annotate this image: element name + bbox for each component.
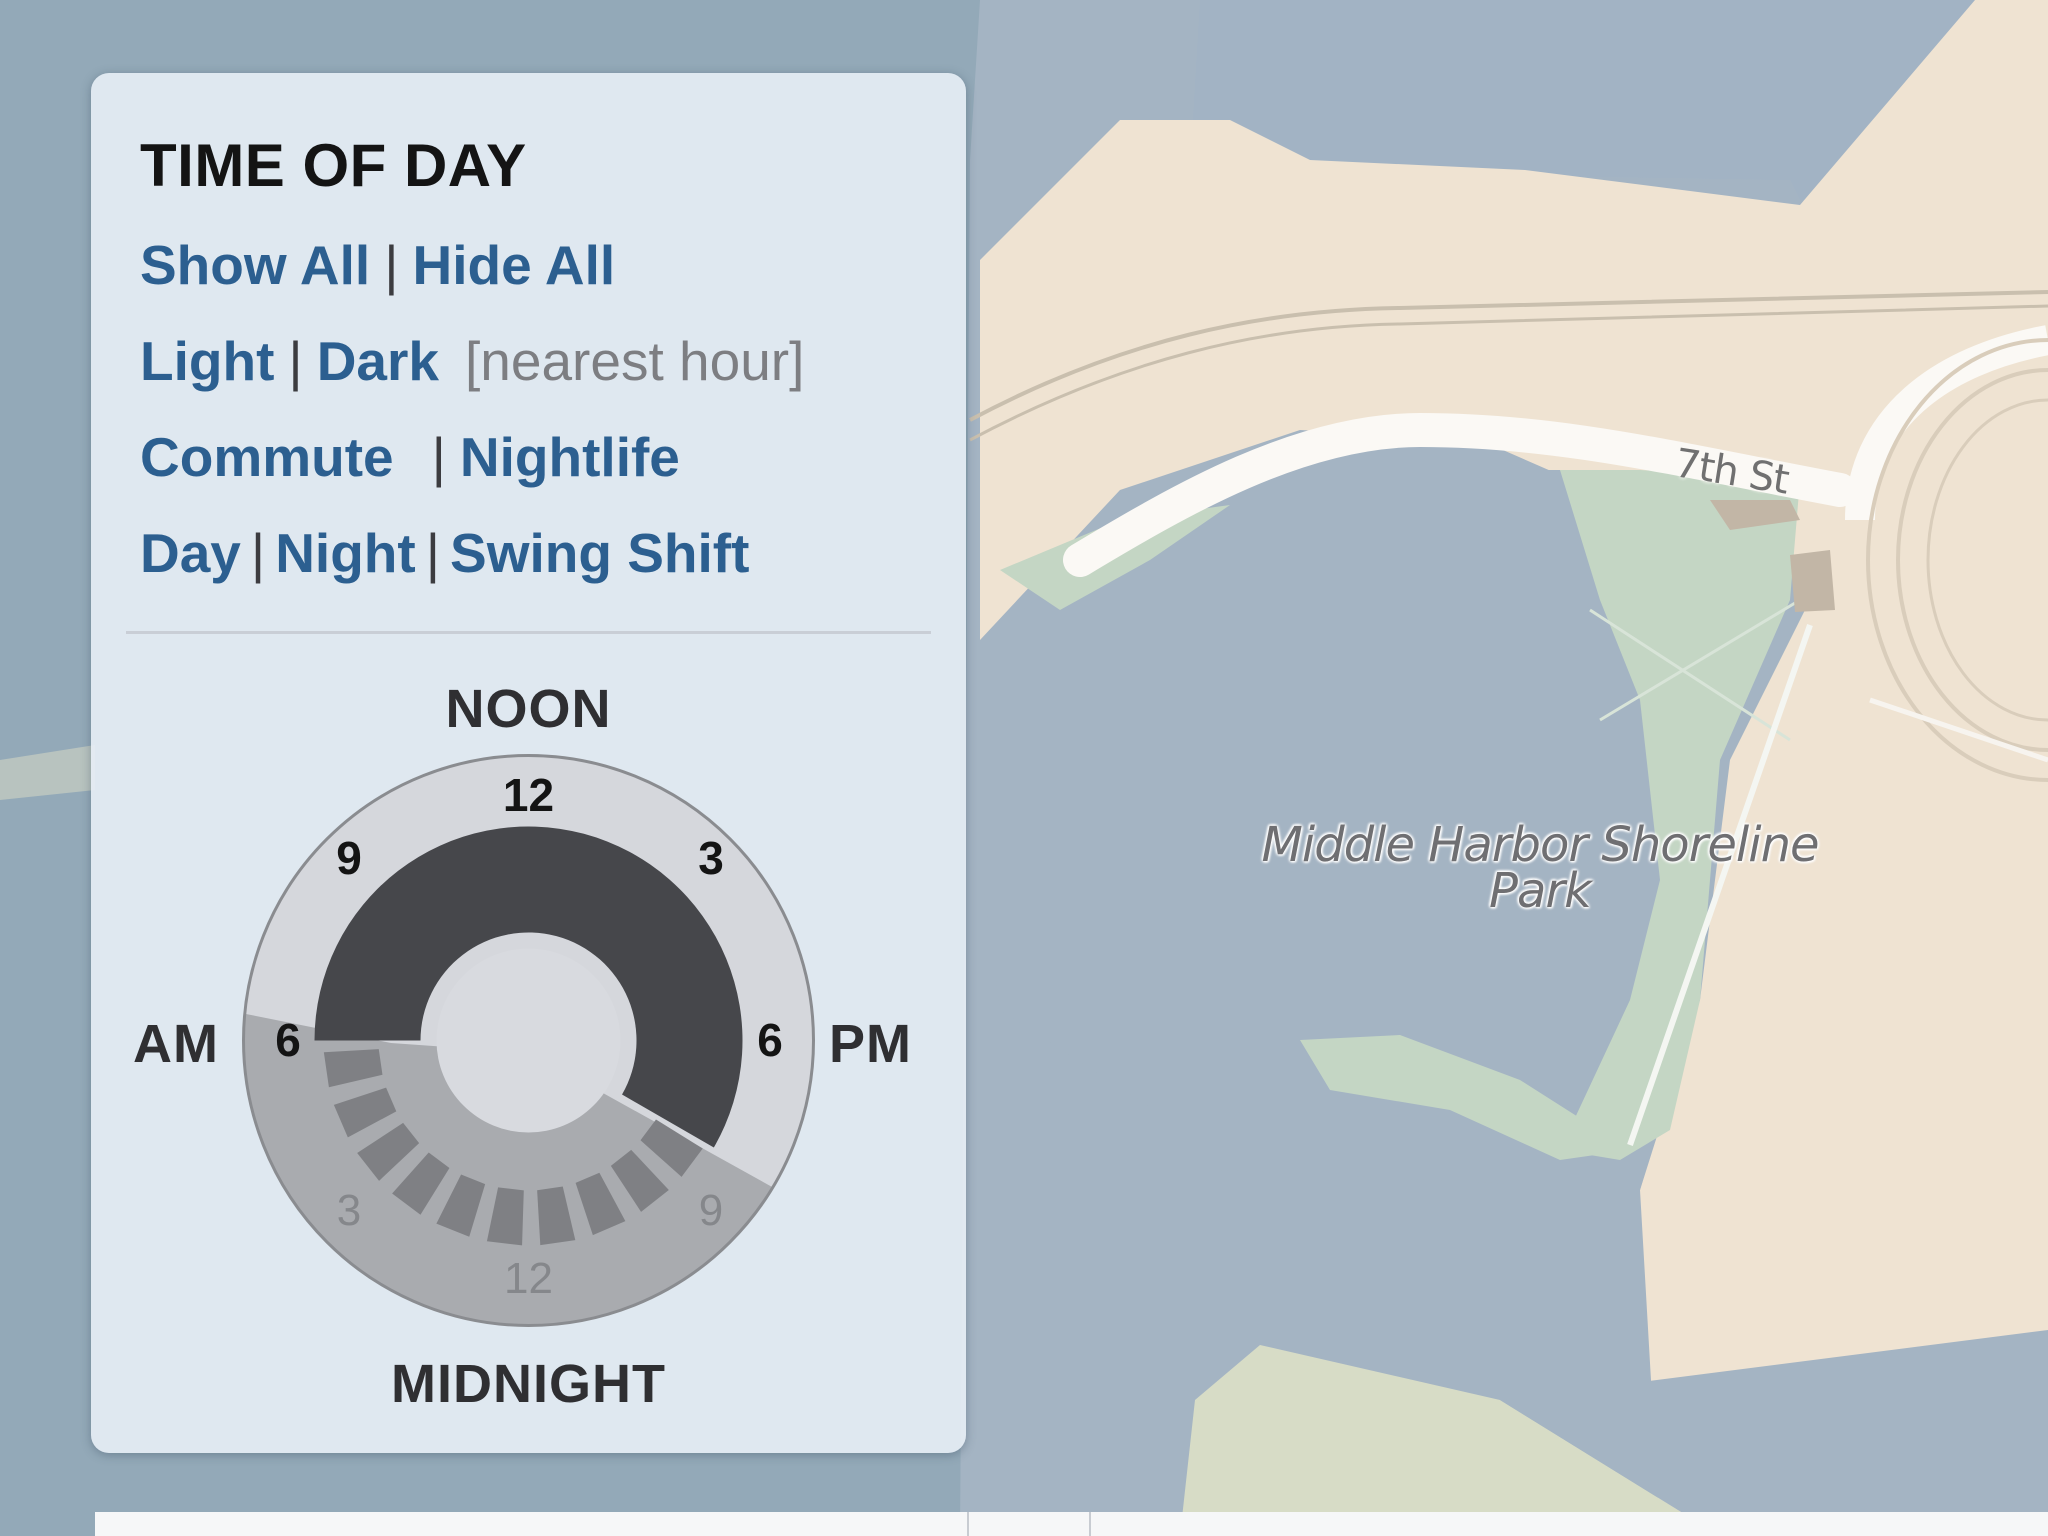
night-link[interactable]: Night <box>275 522 416 584</box>
noon-label: NOON <box>445 679 612 739</box>
hour-label-upper-right: 3 <box>698 832 724 884</box>
separator: | <box>288 330 303 392</box>
time-dial[interactable]: 12 9 3 6 6 3 9 12 <box>241 753 816 1328</box>
nightlife-link[interactable]: Nightlife <box>460 426 680 488</box>
swing-shift-link[interactable]: Swing Shift <box>450 522 749 584</box>
hour-label-upper-left: 9 <box>336 832 362 884</box>
hour-label-right: 6 <box>757 1014 783 1066</box>
park-label-line2: Park <box>1489 863 1592 919</box>
separator: | <box>425 522 441 584</box>
separator: | <box>431 426 446 488</box>
nearest-hour-note: [nearest hour] <box>465 330 805 392</box>
hour-label-lower-left: 3 <box>337 1186 361 1235</box>
show-all-link[interactable]: Show All <box>140 234 370 296</box>
time-of-day-panel: TIME OF DAY Show All | Hide All Light | Dark… <box>91 73 966 1453</box>
hour-label-bottom: 12 <box>504 1254 553 1303</box>
show-hide-row: Show All | Hide All <box>140 233 615 297</box>
divider <box>126 631 931 634</box>
commute-link[interactable]: Commute <box>140 426 394 488</box>
park-label: Middle Harbor Shoreline Park <box>1190 817 1890 919</box>
light-link[interactable]: Light <box>140 330 274 392</box>
dark-link[interactable]: Dark <box>317 330 439 392</box>
separator: | <box>250 522 266 584</box>
midnight-label: MIDNIGHT <box>391 1354 666 1414</box>
am-label: AM <box>133 1014 219 1074</box>
panel-title: TIME OF DAY <box>140 132 527 199</box>
shift-row: Day | Night | Swing Shift <box>140 521 749 585</box>
commute-nightlife-row: Commute | Nightlife <box>140 425 680 489</box>
light-dark-row: Light | Dark [nearest hour] <box>140 329 804 393</box>
hour-label-lower-right: 9 <box>699 1186 723 1235</box>
park-label-line1: Middle Harbor Shoreline <box>1261 817 1819 873</box>
hour-label-left: 6 <box>275 1014 301 1066</box>
day-link[interactable]: Day <box>140 522 241 584</box>
hide-all-link[interactable]: Hide All <box>412 234 615 296</box>
separator: | <box>384 234 399 296</box>
pm-label: PM <box>829 1014 912 1074</box>
hour-label-top: 12 <box>503 769 554 821</box>
